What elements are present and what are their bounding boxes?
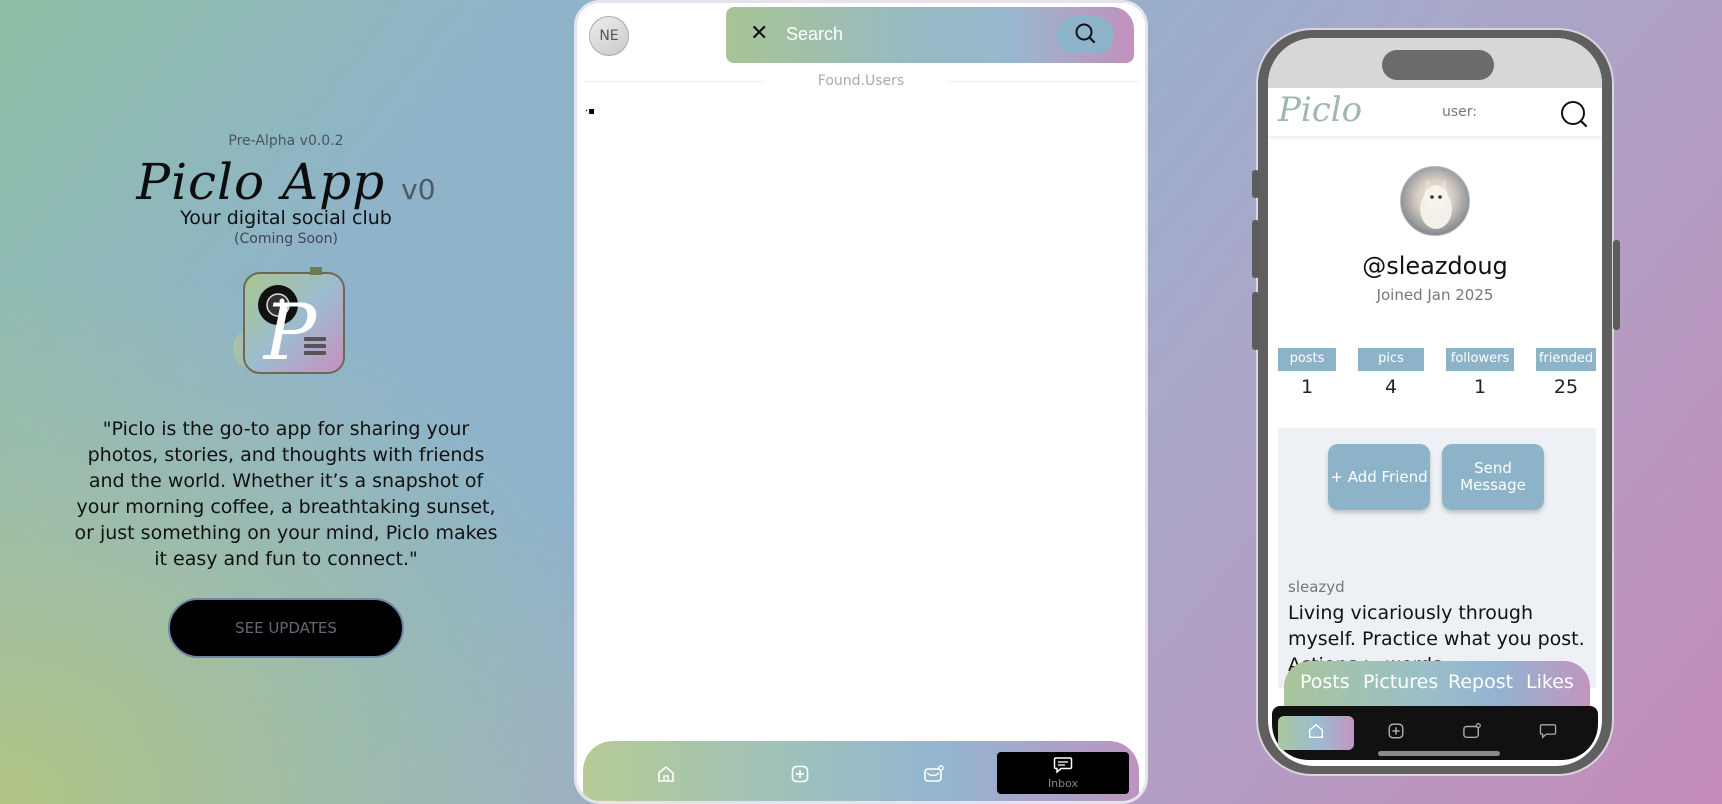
search-input[interactable]	[786, 19, 1036, 49]
phone-power-button	[1613, 240, 1620, 330]
stat-followers[interactable]: followers 1	[1446, 348, 1514, 398]
home-indicator	[1378, 751, 1500, 756]
coming-soon-label: (Coming Soon)	[234, 231, 338, 247]
found-users-label: Found.Users	[817, 73, 905, 89]
nav-messages[interactable]	[921, 763, 947, 789]
chat-icon	[1539, 723, 1557, 743]
search-header: NE ✕	[577, 3, 1145, 65]
profile-avatar[interactable]	[1400, 166, 1470, 236]
phone-nav-inbox[interactable]	[1510, 716, 1586, 750]
stat-pics[interactable]: pics 4	[1358, 348, 1424, 398]
profile-handle: @sleazdoug	[1362, 252, 1508, 280]
phone-nav-home[interactable]	[1278, 716, 1354, 750]
tagline: Your digital social club	[180, 207, 392, 229]
mail-icon	[923, 764, 945, 788]
about-section: + Add Friend Send Message sleazyd Living…	[1278, 428, 1596, 688]
nav-home[interactable]	[653, 763, 679, 789]
inbox-button[interactable]: Inbox	[997, 752, 1129, 794]
inbox-label: Inbox	[1047, 777, 1079, 790]
add-icon	[1387, 722, 1405, 744]
user-avatar[interactable]: NE	[589, 16, 629, 56]
phone-screen: Piclo user: @sleazdoug Joined Jan 2025 p…	[1268, 38, 1602, 766]
add-friend-button[interactable]: + Add Friend	[1328, 444, 1430, 510]
add-icon	[790, 764, 810, 788]
search-icon[interactable]	[1560, 100, 1588, 132]
chat-icon	[1053, 756, 1073, 778]
joined-date: Joined Jan 2025	[1376, 286, 1494, 304]
version-label: Pre-Alpha v0.0.2	[228, 133, 344, 149]
phone-nav-messages[interactable]	[1434, 716, 1510, 750]
see-updates-button[interactable]: SEE UPDATES	[168, 598, 404, 658]
status-bar	[1268, 38, 1602, 88]
phone-mockup: Piclo user: @sleazdoug Joined Jan 2025 p…	[1252, 28, 1620, 776]
search-panel: NE ✕ Found.Users ·▪	[574, 0, 1148, 804]
send-message-button[interactable]: Send Message	[1442, 444, 1544, 510]
stat-label: posts	[1278, 348, 1336, 371]
phone-volume-down	[1252, 292, 1259, 350]
user-label: user:	[1442, 104, 1478, 120]
stat-value: 4	[1384, 376, 1398, 398]
phone-volume-up	[1252, 220, 1259, 278]
stat-label: friended	[1536, 348, 1596, 371]
stat-label: pics	[1358, 348, 1424, 371]
app-version: v0	[401, 173, 436, 206]
stat-value: 1	[1473, 376, 1487, 398]
mail-icon	[1462, 722, 1482, 744]
tab-repost[interactable]: Repost	[1448, 671, 1513, 693]
dynamic-island	[1382, 50, 1494, 80]
bio-username: sleazyd	[1288, 578, 1345, 596]
phone-bottom-nav	[1272, 706, 1598, 760]
phone-app-header: Piclo user:	[1268, 88, 1602, 136]
stat-posts[interactable]: posts 1	[1278, 348, 1336, 398]
bottom-nav: Inbox	[583, 741, 1139, 801]
search-button[interactable]	[1056, 16, 1114, 54]
app-title: Piclo App v0	[60, 153, 512, 211]
promo-quote: "Piclo is the go-to app for sharing your…	[74, 418, 498, 570]
search-bar: ✕	[726, 7, 1134, 63]
search-icon	[1074, 22, 1096, 48]
app-logo-icon: P	[226, 267, 346, 392]
home-icon	[656, 764, 676, 788]
brand-logo[interactable]: Piclo	[1278, 90, 1362, 130]
profile-stats: posts 1 pics 4 followers 1 friended 25	[1278, 348, 1596, 414]
tab-posts[interactable]: Posts	[1300, 671, 1350, 693]
phone-side-button	[1252, 170, 1259, 198]
stat-value: 25	[1553, 376, 1579, 398]
close-icon[interactable]: ✕	[750, 21, 768, 46]
stat-friended[interactable]: friended 25	[1536, 348, 1596, 398]
loading-indicator: ·▪	[585, 106, 595, 117]
tab-likes[interactable]: Likes	[1526, 671, 1574, 693]
phone-nav-add[interactable]	[1358, 716, 1434, 750]
stat-label: followers	[1446, 348, 1514, 371]
app-name: Piclo App	[136, 153, 386, 211]
tab-pictures[interactable]: Pictures	[1363, 671, 1438, 693]
promo-section: Pre-Alpha v0.0.2 Piclo App v0 Your digit…	[60, 133, 512, 658]
home-icon	[1307, 722, 1325, 744]
svg-text:P: P	[262, 288, 318, 378]
nav-add[interactable]	[787, 763, 813, 789]
stat-value: 1	[1300, 376, 1314, 398]
